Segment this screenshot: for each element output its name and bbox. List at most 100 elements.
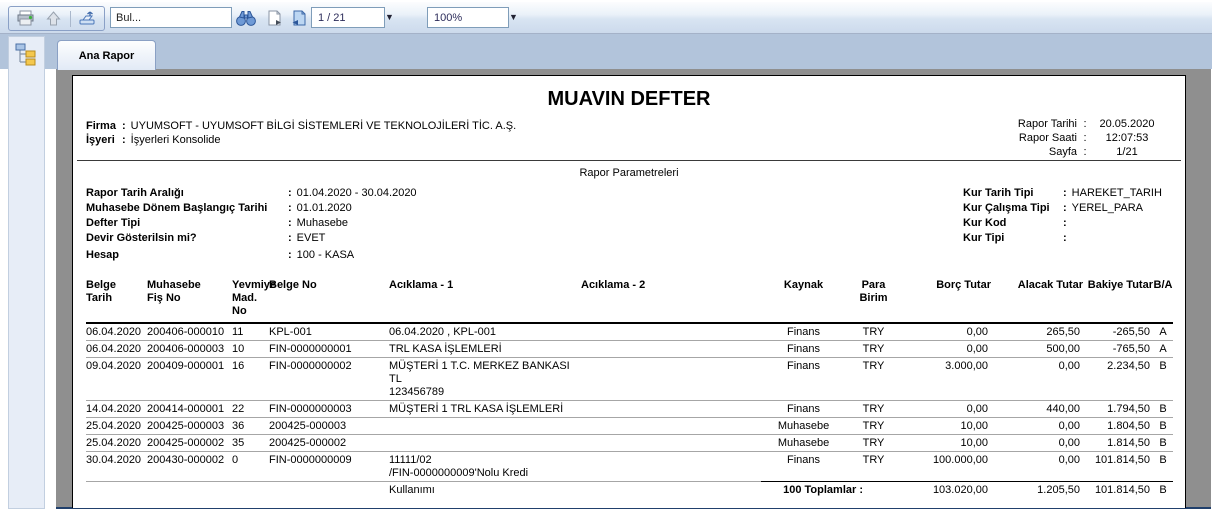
table-row: 30.04.2020 200430-000002 0 FIN-000000000… bbox=[86, 451, 1173, 482]
param-row: Hesap:100 - KASA bbox=[86, 248, 417, 263]
colon: : bbox=[288, 187, 292, 199]
totals-alacak: 1.205,50 bbox=[991, 481, 1083, 498]
param-row: Rapor Tarih Aralığı:01.04.2020 - 30.04.2… bbox=[86, 186, 417, 201]
param-value: YEREL_PARA bbox=[1071, 202, 1143, 214]
zoom-value: 100% bbox=[434, 11, 463, 24]
zoom-combobox[interactable]: 100% bbox=[427, 7, 509, 28]
param-row: Kur Tarih Tipi: HAREKET_TARIH bbox=[963, 186, 1162, 201]
cell-bakiye: 1.814,50 bbox=[1083, 434, 1153, 452]
totals-bakiye: 101.814,50 bbox=[1083, 481, 1153, 498]
cell-para: TRY bbox=[846, 340, 901, 358]
param-label: Muhasebe Dönem Başlangıç Tarihi bbox=[86, 202, 268, 214]
param-value: Muhasebe bbox=[296, 217, 349, 229]
cell-alacak: 500,00 bbox=[991, 340, 1083, 358]
cell-kaynak: Finans bbox=[761, 340, 846, 358]
cell-aciklama1: 06.04.2020 , KPL-001 bbox=[389, 323, 581, 341]
colon: : bbox=[288, 202, 292, 214]
group-tree-panel bbox=[8, 36, 45, 509]
cell-mad: 16 bbox=[232, 357, 269, 401]
header-divider bbox=[77, 160, 1181, 161]
header-muhasebe-fis-no: Muhasebe Fiş No bbox=[147, 279, 232, 324]
param-value: HAREKET_TARIH bbox=[1071, 187, 1162, 199]
cell-belge: FIN-0000000003 bbox=[269, 400, 389, 418]
header-borc-tutar: Borç Tutar bbox=[901, 279, 991, 324]
cell-borc: 3.000,00 bbox=[901, 357, 991, 401]
table-row: 25.04.2020 200425-000002 35 200425-00000… bbox=[86, 434, 1173, 452]
param-row: Muhasebe Dönem Başlangıç Tarihi:01.01.20… bbox=[86, 201, 417, 216]
cell-tarih: 06.04.2020 bbox=[86, 340, 147, 358]
page-number-dropdown-arrow[interactable]: ▼ bbox=[382, 9, 397, 25]
group-tree-toggle-button[interactable] bbox=[11, 40, 41, 67]
ledger-table: Belge Tarih Muhasebe Fiş No Yevmiye Mad.… bbox=[86, 279, 1173, 498]
param-label: Devir Gösterilsin mi? bbox=[86, 232, 197, 244]
report-date-row: Rapor Tarihi : 20.05.2020 bbox=[997, 117, 1161, 131]
cell-kaynak: Finans bbox=[786, 454, 821, 466]
colon: : bbox=[1063, 232, 1067, 244]
colon: : bbox=[1083, 118, 1087, 130]
cell-alacak: 265,50 bbox=[991, 323, 1083, 341]
totals-borc: 103.020,00 bbox=[901, 481, 991, 498]
print-setup-button[interactable] bbox=[76, 8, 100, 29]
param-label: Kur Kod bbox=[963, 217, 1007, 229]
cell-aciklama2 bbox=[581, 417, 761, 435]
cell-belge: FIN-0000000009 bbox=[269, 451, 389, 482]
find-input[interactable] bbox=[110, 7, 232, 28]
report-pageno-row: Sayfa : 1/21 bbox=[997, 145, 1161, 159]
cell-belge: 200425-000002 bbox=[269, 434, 389, 452]
cell-fis: 200425-000003 bbox=[147, 417, 232, 435]
header-kaynak: Kaynak bbox=[761, 279, 846, 324]
param-label: Hesap bbox=[86, 249, 120, 261]
table-row: 06.04.2020 200406-000003 10 FIN-00000000… bbox=[86, 340, 1173, 358]
param-label: Kur Tipi bbox=[963, 232, 1005, 244]
print-button[interactable] bbox=[13, 8, 37, 29]
page-number-combobox[interactable]: 1 / 21 bbox=[311, 7, 385, 28]
param-value: 01.04.2020 - 30.04.2020 bbox=[296, 187, 417, 199]
cell-belge: FIN-0000000002 bbox=[269, 357, 389, 401]
header-bakiye-tutar: Bakiye Tutar bbox=[1083, 279, 1153, 324]
report-time-row: Rapor Saati : 12:07:53 bbox=[997, 131, 1161, 145]
cell-tarih: 30.04.2020 bbox=[86, 451, 147, 482]
param-row: Devir Gösterilsin mi?: EVET bbox=[86, 231, 417, 246]
cell-kaynak: Muhasebe bbox=[761, 434, 846, 452]
colon: : bbox=[1063, 202, 1067, 214]
report-date-value: 20.05.2020 bbox=[1099, 118, 1155, 130]
cell-aciklama2 bbox=[581, 357, 761, 401]
find-button[interactable] bbox=[234, 7, 258, 28]
cell-aciklama2 bbox=[581, 434, 761, 452]
zoom-dropdown-arrow[interactable]: ▼ bbox=[506, 9, 521, 25]
cell-aciklama1: MÜŞTERİ 1 T.C. MERKEZ BANKASI TL 1234567… bbox=[389, 357, 581, 401]
colon: : bbox=[288, 249, 292, 261]
tab-label: Ana Rapor bbox=[78, 49, 135, 62]
company-value: UYUMSOFT - UYUMSOFT BİLGİ SİSTEMLERİ VE … bbox=[130, 120, 517, 132]
print-button-group bbox=[8, 6, 105, 31]
cell-para: TRY bbox=[862, 454, 885, 466]
colon: : bbox=[1063, 217, 1067, 229]
param-label: Defter Tipi bbox=[86, 217, 141, 229]
tab-ana-rapor[interactable]: Ana Rapor bbox=[57, 40, 156, 70]
export-button[interactable] bbox=[42, 8, 66, 29]
cell-alacak: 0,00 bbox=[991, 434, 1083, 452]
cell-mad: 10 bbox=[232, 340, 269, 358]
up-arrow-icon bbox=[46, 10, 61, 25]
previous-page-button[interactable] bbox=[287, 7, 311, 28]
totals-ba: B bbox=[1153, 481, 1173, 498]
cell-tarih: 25.04.2020 bbox=[86, 417, 147, 435]
cell-aciklama2 bbox=[581, 400, 761, 418]
param-value: EVET bbox=[296, 232, 326, 244]
colon: : bbox=[1083, 146, 1087, 158]
colon: : bbox=[122, 120, 126, 132]
cell-tarih: 06.04.2020 bbox=[86, 323, 147, 341]
cell-para: TRY bbox=[846, 323, 901, 341]
toolbar: 1 / 21 ▼ 100% ▼ bbox=[0, 2, 1212, 34]
next-page-button[interactable] bbox=[263, 7, 287, 28]
cell-kaynak: Muhasebe bbox=[761, 417, 846, 435]
cell-aciklama1 bbox=[389, 434, 581, 452]
cell-borc: 100.000,00 bbox=[932, 454, 988, 466]
colon: : bbox=[288, 217, 292, 229]
param-label: Rapor Tarih Aralığı bbox=[86, 187, 184, 199]
cell-alacak: 0,00 bbox=[1058, 454, 1080, 466]
branch-value: İşyerleri Konsolide bbox=[130, 134, 221, 146]
cell-fis: 200430-000002 bbox=[147, 451, 232, 482]
cell-kaynak: Finans bbox=[761, 323, 846, 341]
param-row: Defter Tipi: Muhasebe bbox=[86, 216, 417, 231]
